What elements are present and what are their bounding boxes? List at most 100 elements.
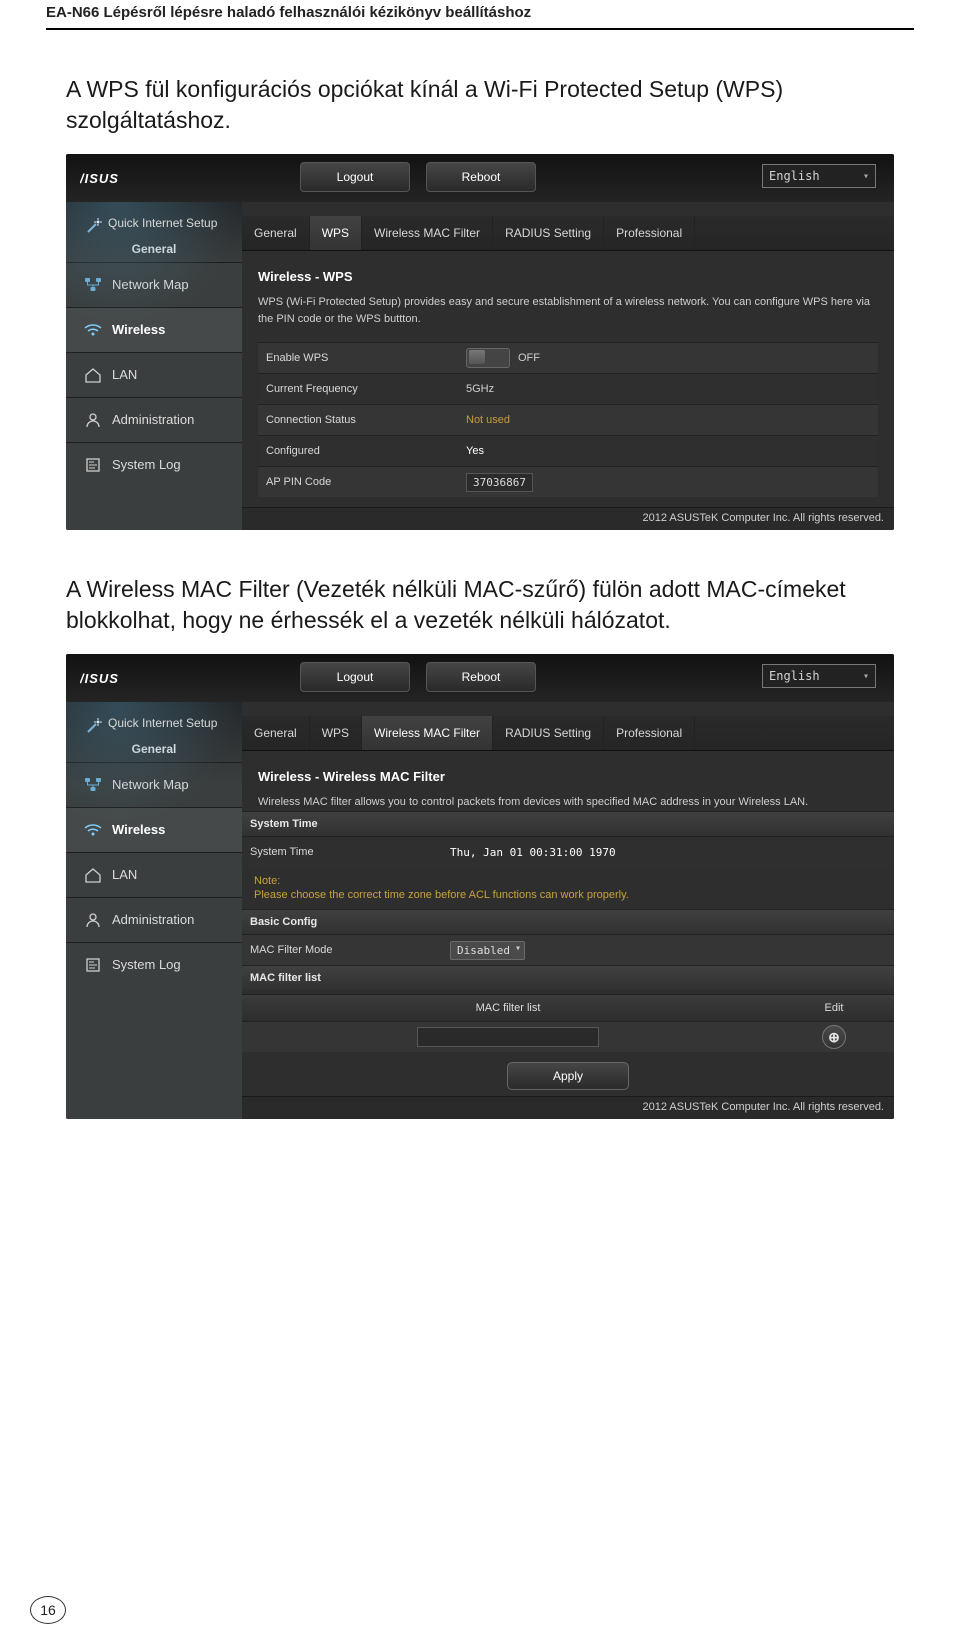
wand-icon xyxy=(86,718,102,734)
value-enable-wps: OFF xyxy=(518,352,540,364)
panel-title-mac: Wireless - Wireless MAC Filter xyxy=(258,769,878,784)
main-panel-mac-filter: General WPS Wireless MAC Filter RADIUS S… xyxy=(242,702,894,1119)
asus-logo-2: /ISUS xyxy=(80,670,148,688)
document-header: EA-N66 Lépésről lépésre haladó felhaszná… xyxy=(46,4,531,21)
sidebar-label-network-map: Network Map xyxy=(112,277,189,292)
sidebar-item-system-log[interactable]: System Log xyxy=(66,442,242,487)
footer-copyright-2: 2012 ASUSTeK Computer Inc. All rights re… xyxy=(242,1096,894,1119)
tab-professional-2[interactable]: Professional xyxy=(604,716,695,750)
house-icon xyxy=(84,867,102,883)
mac-address-input[interactable] xyxy=(417,1027,599,1047)
sidebar-item-network-map[interactable]: Network Map xyxy=(66,262,242,307)
sidebar-item-system-log-2[interactable]: System Log xyxy=(66,942,242,987)
sidebar-item-wireless[interactable]: Wireless xyxy=(66,307,242,352)
wifi-icon xyxy=(84,822,102,838)
page-number: 16 xyxy=(30,1596,66,1624)
screenshot-mac-filter: /ISUS Logout Reboot English ▾ Quick Inte… xyxy=(66,654,894,1119)
tab-radius-2[interactable]: RADIUS Setting xyxy=(493,716,604,750)
note-label: Note: xyxy=(254,875,882,887)
page-number-value: 16 xyxy=(40,1602,56,1618)
sidebar-section-general: General xyxy=(66,242,242,256)
sidebar: Quick Internet Setup General Network Map… xyxy=(66,202,242,530)
tab-general[interactable]: General xyxy=(242,216,310,250)
tab-professional[interactable]: Professional xyxy=(604,216,695,250)
row-configured: Configured Yes xyxy=(258,435,878,466)
sidebar-item-wireless-2[interactable]: Wireless xyxy=(66,807,242,852)
mac-list-col-edit: Edit xyxy=(774,1002,894,1014)
label-ap-pin: AP PIN Code xyxy=(258,476,466,488)
panel-desc-mac: Wireless MAC filter allows you to contro… xyxy=(258,794,878,811)
language-select[interactable]: English ▾ xyxy=(762,164,876,188)
sidebar-item-lan-2[interactable]: LAN xyxy=(66,852,242,897)
wifi-icon xyxy=(84,322,102,338)
reboot-label: Reboot xyxy=(462,170,501,184)
tab-general-2[interactable]: General xyxy=(242,716,310,750)
language-value: English xyxy=(769,169,820,183)
network-map-icon xyxy=(84,277,102,293)
router-top-bar-2: /ISUS Logout Reboot English ▾ xyxy=(66,654,894,702)
chevron-down-icon: ▾ xyxy=(863,671,869,682)
logout-button-2[interactable]: Logout xyxy=(300,662,410,692)
row-mac-filter-mode: MAC Filter Mode Disabled xyxy=(242,934,894,965)
quick-setup-label: Quick Internet Setup xyxy=(108,216,217,230)
log-icon xyxy=(84,957,102,973)
chevron-down-icon: ▾ xyxy=(863,171,869,182)
log-icon xyxy=(84,457,102,473)
quick-internet-setup-2[interactable]: Quick Internet Setup xyxy=(86,716,232,732)
row-current-frequency: Current Frequency 5GHz xyxy=(258,373,878,404)
mac-list-col-filter: MAC filter list xyxy=(242,1002,774,1014)
svg-text:/ISUS: /ISUS xyxy=(80,671,119,686)
label-frequency: Current Frequency xyxy=(258,383,466,395)
section-system-time: System Time xyxy=(242,811,894,836)
apply-button[interactable]: Apply xyxy=(507,1062,629,1090)
language-select-2[interactable]: English ▾ xyxy=(762,664,876,688)
sidebar-2: Quick Internet Setup General Network Map… xyxy=(66,702,242,1119)
toggle-enable-wps[interactable] xyxy=(466,348,510,368)
main-panel-wps: General WPS Wireless MAC Filter RADIUS S… xyxy=(242,202,894,530)
sidebar-item-administration-2[interactable]: Administration xyxy=(66,897,242,942)
sidebar-item-lan[interactable]: LAN xyxy=(66,352,242,397)
tab-mac-filter[interactable]: Wireless MAC Filter xyxy=(362,216,493,250)
tab-mac-filter-2[interactable]: Wireless MAC Filter xyxy=(362,716,493,750)
tab-radius[interactable]: RADIUS Setting xyxy=(493,216,604,250)
note-text: Please choose the correct time zone befo… xyxy=(254,889,882,901)
reboot-button-2[interactable]: Reboot xyxy=(426,662,536,692)
reboot-button[interactable]: Reboot xyxy=(426,162,536,192)
logout-button[interactable]: Logout xyxy=(300,162,410,192)
section-basic-config: Basic Config xyxy=(242,909,894,934)
tab-wps-2[interactable]: WPS xyxy=(310,716,362,750)
screenshot-wps: /ISUS Logout Reboot English ▾ Quick Inte… xyxy=(66,154,894,530)
user-icon xyxy=(84,912,102,928)
header-rule: EA-N66 Lépésről lépésre haladó felhaszná… xyxy=(46,0,914,30)
sidebar-label-administration: Administration xyxy=(112,412,194,427)
tabs: General WPS Wireless MAC Filter RADIUS S… xyxy=(242,216,894,251)
paragraph-mac-filter: A Wireless MAC Filter (Vezeték nélküli M… xyxy=(46,574,914,636)
router-top-bar: /ISUS Logout Reboot English ▾ xyxy=(66,154,894,202)
sidebar-label-system-log: System Log xyxy=(112,457,181,472)
value-configured: Yes xyxy=(466,445,484,457)
paragraph-wps: A WPS fül konfigurációs opciókat kínál a… xyxy=(46,74,914,136)
sidebar-item-administration[interactable]: Administration xyxy=(66,397,242,442)
label-mac-mode: MAC Filter Mode xyxy=(242,944,450,956)
house-icon xyxy=(84,367,102,383)
wand-icon xyxy=(86,218,102,234)
value-system-time: Thu, Jan 01 00:31:00 1970 xyxy=(450,846,616,859)
label-connection-status: Connection Status xyxy=(258,414,466,426)
sidebar-item-network-map-2[interactable]: Network Map xyxy=(66,762,242,807)
note-block: Note: Please choose the correct time zon… xyxy=(242,867,894,909)
add-mac-button[interactable]: ⊕ xyxy=(822,1025,846,1049)
sidebar-label-wireless: Wireless xyxy=(112,322,165,337)
sidebar-section-general-2: General xyxy=(66,742,242,756)
row-enable-wps: Enable WPS OFF xyxy=(258,342,878,373)
user-icon xyxy=(84,412,102,428)
asus-logo: /ISUS xyxy=(80,170,148,188)
mac-filter-mode-select[interactable]: Disabled xyxy=(450,941,525,960)
value-connection-status: Not used xyxy=(466,414,510,426)
mac-list-header: MAC filter list Edit xyxy=(242,994,894,1021)
tab-wps[interactable]: WPS xyxy=(310,216,362,250)
sidebar-label-lan: LAN xyxy=(112,367,137,382)
quick-internet-setup[interactable]: Quick Internet Setup xyxy=(86,216,232,232)
value-ap-pin: 37036867 xyxy=(466,473,533,492)
value-frequency: 5GHz xyxy=(466,383,494,395)
section-mac-filter-list: MAC filter list xyxy=(242,965,894,990)
